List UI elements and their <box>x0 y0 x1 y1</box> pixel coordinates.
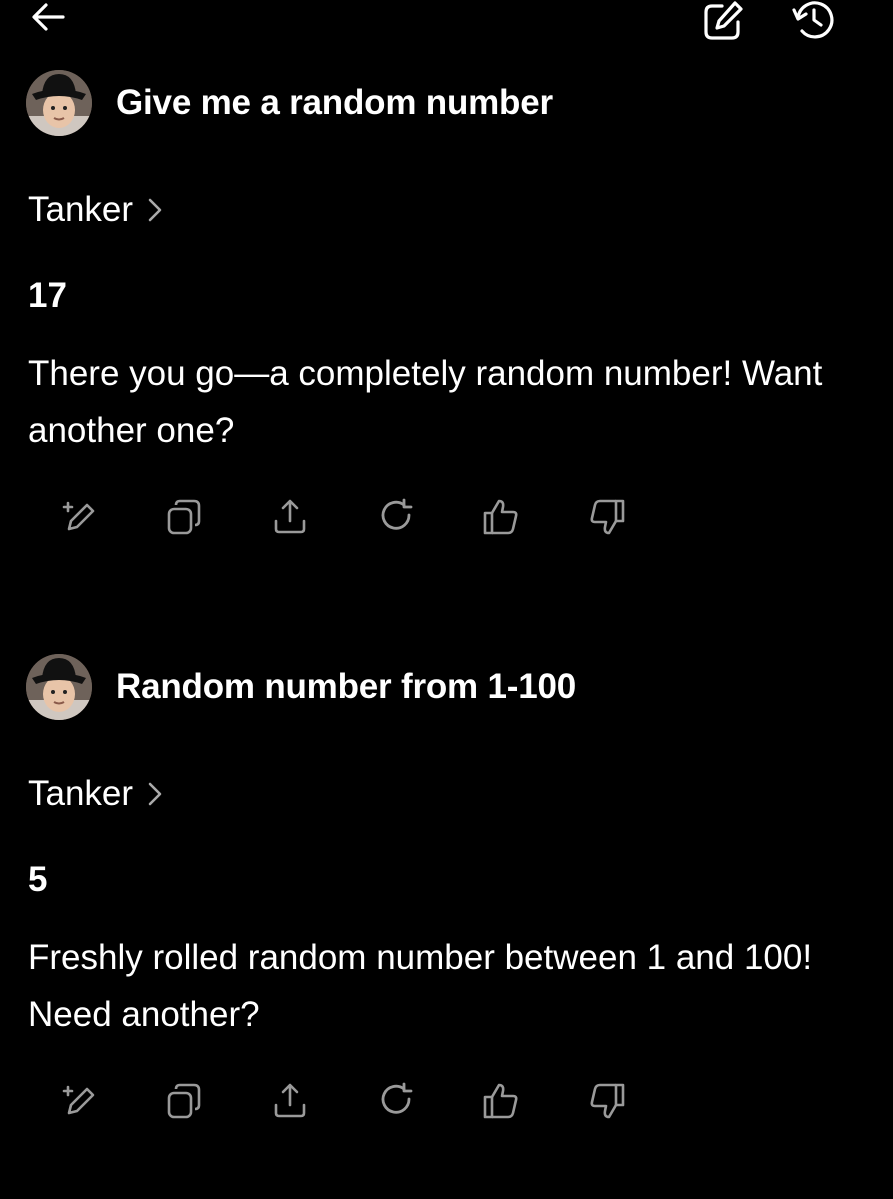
thumbs-down-button[interactable] <box>587 1079 627 1123</box>
history-clock-icon <box>792 1 834 39</box>
thumbs-up-icon <box>483 499 518 535</box>
regenerate-icon <box>381 498 413 530</box>
thumbs-down-icon <box>590 499 625 535</box>
top-bar <box>0 0 893 50</box>
user-prompt: Give me a random number <box>26 70 866 138</box>
prompt-text: Give me a random number <box>116 83 553 122</box>
copy-icon <box>167 499 201 535</box>
edit-square-icon <box>704 1 743 40</box>
chevron-right-icon <box>145 779 165 809</box>
answer-number: 17 <box>28 276 67 315</box>
avatar <box>26 70 92 136</box>
regenerate-button[interactable] <box>376 495 416 539</box>
answer-text: Freshly rolled random number between 1 a… <box>28 938 813 1034</box>
prompt-text: Random number from 1-100 <box>116 667 577 706</box>
back-button[interactable] <box>27 0 71 38</box>
new-chat-button[interactable] <box>700 0 746 42</box>
copy-button[interactable] <box>164 495 204 539</box>
edit-button[interactable] <box>60 495 100 539</box>
answer-number: 5 <box>28 860 48 899</box>
edit-button[interactable] <box>60 1079 100 1123</box>
edit-sparkle-icon <box>62 1085 95 1115</box>
avatar-image <box>26 654 92 720</box>
share-icon <box>274 499 306 534</box>
thumbs-up-button[interactable] <box>481 495 521 539</box>
share-button[interactable] <box>270 495 310 539</box>
regenerate-button[interactable] <box>376 1079 416 1123</box>
arrow-left-icon <box>32 3 65 31</box>
thumbs-up-icon <box>483 1083 518 1119</box>
thumbs-down-button[interactable] <box>587 495 627 539</box>
avatar-image <box>26 70 92 136</box>
share-icon <box>274 1083 306 1118</box>
chevron-right-icon <box>145 195 165 225</box>
copy-icon <box>167 1083 201 1119</box>
model-name: Tanker <box>28 190 134 229</box>
message-actions <box>0 1079 893 1125</box>
answer-text: There you go—a completely random number!… <box>28 354 823 450</box>
model-selector[interactable]: Tanker <box>28 774 165 814</box>
message-actions <box>0 495 893 541</box>
edit-sparkle-icon <box>62 501 95 531</box>
chat-screen: Give me a random number Tanker 17 There … <box>0 0 893 1199</box>
model-selector[interactable]: Tanker <box>28 190 165 230</box>
avatar <box>26 654 92 720</box>
share-button[interactable] <box>270 1079 310 1123</box>
user-prompt: Random number from 1-100 <box>26 654 866 722</box>
regenerate-icon <box>381 1082 413 1114</box>
copy-button[interactable] <box>164 1079 204 1123</box>
model-name: Tanker <box>28 774 134 813</box>
thumbs-up-button[interactable] <box>481 1079 521 1123</box>
thumbs-down-icon <box>590 1083 625 1119</box>
history-button[interactable] <box>790 0 838 42</box>
